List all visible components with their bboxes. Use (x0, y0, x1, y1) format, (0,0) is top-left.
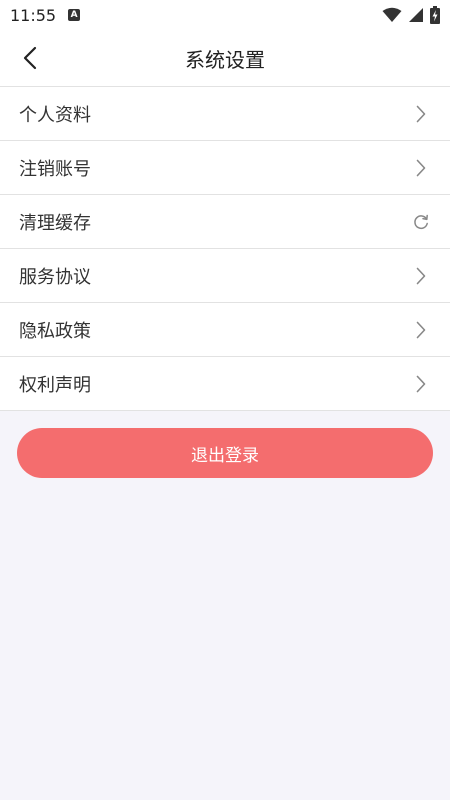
chevron-right-icon (412, 267, 430, 285)
battery-icon (430, 6, 440, 24)
menu-item-delete-account[interactable]: 注销账号 (0, 141, 450, 195)
cellular-signal-icon (409, 8, 423, 22)
refresh-icon (412, 213, 430, 231)
settings-menu-list: 个人资料 注销账号 清理缓存 服务协议 隐私政策 权利声明 (0, 86, 450, 411)
status-time: 11:55 (10, 5, 57, 25)
menu-item-label: 隐私政策 (19, 320, 91, 342)
chevron-right-icon (412, 321, 430, 339)
chevron-right-icon (412, 375, 430, 393)
logout-button[interactable]: 退出登录 (17, 428, 433, 478)
status-right (382, 6, 440, 24)
menu-item-profile[interactable]: 个人资料 (0, 87, 450, 141)
menu-item-clear-cache[interactable]: 清理缓存 (0, 195, 450, 249)
chevron-left-icon (23, 46, 37, 70)
menu-item-label: 个人资料 (19, 104, 91, 126)
menu-item-label: 权利声明 (19, 374, 91, 396)
menu-item-label: 清理缓存 (19, 212, 91, 234)
menu-item-label: 注销账号 (19, 158, 91, 180)
page-title: 系统设置 (185, 47, 265, 72)
wifi-icon (382, 7, 402, 22)
back-button[interactable] (12, 40, 48, 76)
menu-item-label: 服务协议 (19, 266, 91, 288)
menu-item-privacy-policy[interactable]: 隐私政策 (0, 303, 450, 357)
logout-container: 退出登录 (0, 411, 450, 478)
header: 系统设置 (0, 30, 450, 86)
menu-item-service-agreement[interactable]: 服务协议 (0, 249, 450, 303)
menu-item-rights-statement[interactable]: 权利声明 (0, 357, 450, 411)
status-bar: 11:55 A (0, 0, 450, 30)
chevron-right-icon (412, 105, 430, 123)
status-left: 11:55 A (10, 5, 81, 25)
notification-a-icon: A (68, 9, 81, 21)
chevron-right-icon (412, 159, 430, 177)
